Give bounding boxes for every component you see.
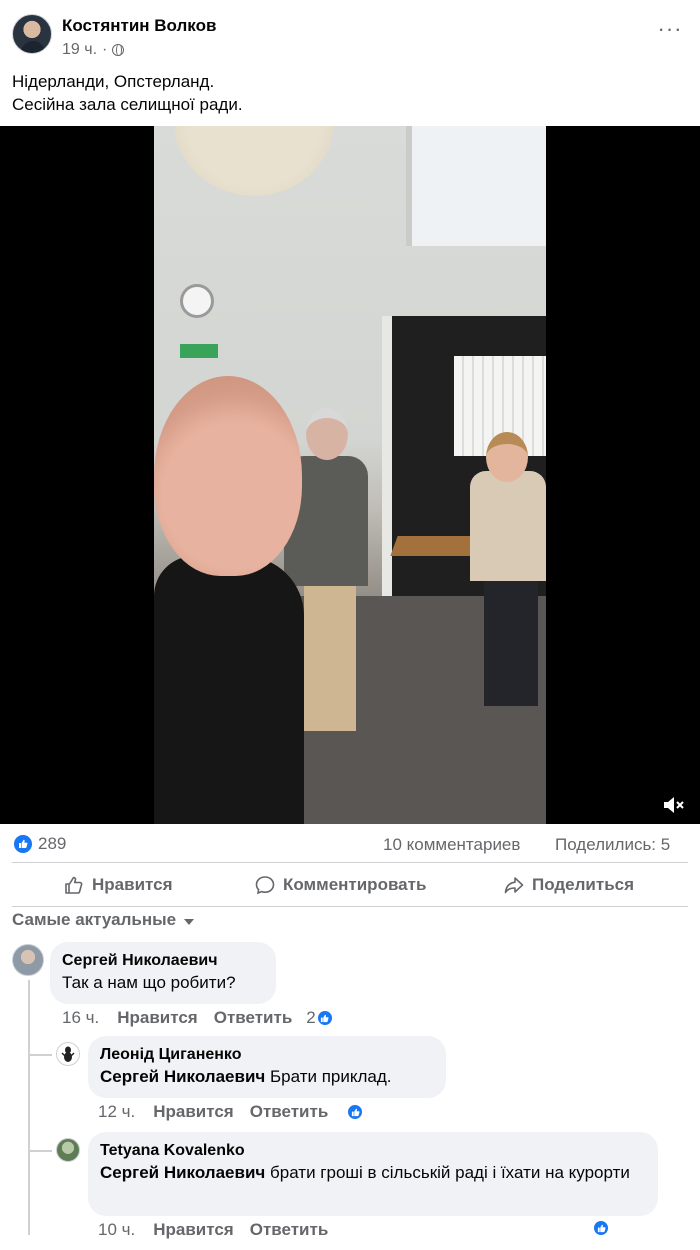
thumbs-up-icon[interactable] (315, 1009, 334, 1027)
comment-reply-button[interactable]: Ответить (214, 1008, 293, 1028)
video-scene-person-1 (154, 556, 304, 824)
comment-text: Брати приклад. (265, 1067, 392, 1086)
comment-like-button[interactable]: Нравится (153, 1102, 234, 1122)
author-avatar[interactable] (12, 14, 52, 54)
like-count[interactable]: 289 (38, 834, 66, 854)
like-button-label: Нравится (92, 875, 173, 894)
muted-speaker-icon[interactable] (662, 794, 686, 816)
caret-down-icon (184, 918, 195, 925)
comment-button-label: Комментировать (283, 875, 427, 894)
post-text: Нідерланди, Опстерланд. Сесійна зала сел… (12, 70, 682, 116)
reply-connector (30, 1054, 52, 1056)
comment-avatar[interactable] (12, 944, 44, 976)
comments-count[interactable]: 10 комментариев (383, 835, 520, 855)
video-scene-person-2-head (306, 408, 348, 460)
comment-sort-label: Самые актуальные (12, 910, 177, 929)
divider (12, 862, 688, 863)
video-scene-lamp (174, 126, 334, 196)
comment-author[interactable]: Сергей Николаевич (62, 950, 264, 972)
comment-meta: 12 ч. Нравится Ответить (98, 1102, 365, 1122)
post-actions: Нравится Комментировать Поделиться (0, 864, 700, 906)
thumbs-up-icon[interactable] (592, 1219, 610, 1237)
reply-connector (30, 1150, 52, 1152)
divider (12, 906, 688, 907)
like-button[interactable]: Нравится (64, 872, 173, 898)
shares-count[interactable]: Поделились: 5 (555, 835, 670, 855)
video-scene-person-1-head (154, 376, 302, 576)
post-text-line-2: Сесійна зала селищної ради. (12, 95, 243, 114)
thumbs-up-icon (65, 876, 83, 894)
share-button-label: Поделиться (532, 875, 635, 894)
comment-like-button[interactable]: Нравится (117, 1008, 198, 1028)
video-scene-window (406, 126, 546, 246)
comment-icon (255, 876, 275, 895)
video-scene-person-3-head (486, 432, 528, 482)
post-text-line-1: Нідерланди, Опстерланд. (12, 72, 215, 91)
post-stats: 289 10 комментариев Поделились: 5 (0, 826, 700, 862)
meta-separator: · (102, 41, 108, 58)
thumbs-up-icon[interactable] (346, 1103, 365, 1121)
comment-time[interactable]: 16 ч. (62, 1008, 99, 1028)
video-frame[interactable] (154, 126, 546, 824)
video-player[interactable] (0, 126, 700, 824)
globe-icon[interactable] (112, 44, 125, 56)
comment-avatar[interactable] (56, 1042, 80, 1066)
comment-bubble: Сергей Николаевич Так а нам що робити? (50, 942, 276, 1004)
avatar-figure-icon (61, 1046, 75, 1062)
comment-text: Так а нам що робити? (62, 973, 236, 992)
more-options-icon[interactable]: ··· (650, 18, 690, 48)
comment-mention[interactable]: Сергей Николаевич (100, 1067, 265, 1086)
comment-button[interactable]: Комментировать (255, 872, 426, 898)
post-meta: 19 ч. · (62, 41, 125, 59)
comment-bubble: Леонід Циганенко Сергей Николаевич Брати… (88, 1036, 446, 1098)
video-scene-person-2-legs (304, 581, 356, 731)
post-time[interactable]: 19 ч. (62, 41, 97, 59)
video-scene-person-3-legs (484, 576, 538, 706)
comment-meta: 16 ч. Нравится Ответить 2 (62, 1008, 334, 1028)
comment-reply-button[interactable]: Ответить (250, 1220, 329, 1240)
comment-avatar[interactable] (56, 1138, 80, 1162)
comment-bubble: Tetyana Kovalenko Сергей Николаевич брат… (88, 1132, 658, 1216)
comment-time[interactable]: 12 ч. (98, 1102, 135, 1122)
comment-mention[interactable]: Сергей Николаевич (100, 1163, 265, 1182)
comment-reaction-count[interactable]: 2 (306, 1008, 315, 1028)
comment-meta: 10 ч. Нравится Ответить (98, 1220, 344, 1240)
like-reaction-icon[interactable] (14, 835, 32, 853)
reply-thread-line (28, 980, 30, 1235)
video-scene-exit-sign (180, 344, 218, 358)
share-icon (504, 877, 524, 894)
comment-text: брати гроші в сільській раді і їхати на … (265, 1163, 630, 1182)
post-header: Костянтин Волков 19 ч. · ··· (0, 0, 700, 68)
video-scene-clock (180, 284, 214, 318)
post-author-name[interactable]: Костянтин Волков (62, 16, 216, 36)
comment-sort-dropdown[interactable]: Самые актуальные (12, 910, 195, 930)
comment-time[interactable]: 10 ч. (98, 1220, 135, 1240)
comment-like-button[interactable]: Нравится (153, 1220, 234, 1240)
share-button[interactable]: Поделиться (504, 872, 634, 898)
comment-author[interactable]: Леонід Циганенко (100, 1044, 434, 1066)
comment-reply-button[interactable]: Ответить (250, 1102, 329, 1122)
video-scene-person-3 (470, 471, 546, 581)
comment-author[interactable]: Tetyana Kovalenko (100, 1140, 646, 1162)
